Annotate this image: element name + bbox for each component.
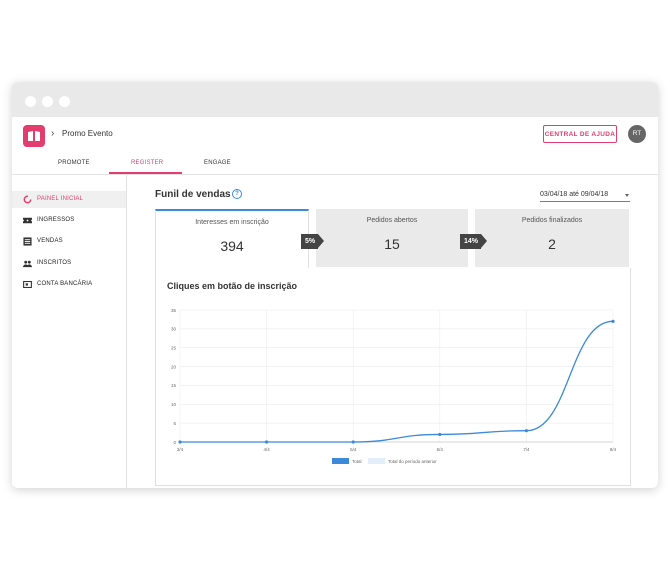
avatar[interactable]: RT: [628, 125, 646, 143]
tab-promote[interactable]: PROMOTE: [58, 160, 90, 166]
y-tick-label: 35: [171, 308, 177, 313]
tab-register[interactable]: REGISTER: [131, 160, 163, 166]
series-line-total: [180, 320, 614, 443]
sidebar-item-conta-bancaria[interactable]: CONTA BANCÁRIA: [12, 276, 126, 293]
sidebar-item-ingressos[interactable]: INGRESSOS: [12, 212, 126, 229]
main-content: Funil de vendas ? 03/04/18 até 09/04/18 …: [127, 175, 658, 488]
line-chart: 0 5 10 15 20 25 30 35 3/4 4/4 5/4 6/4 7/4 8/4 Total Tot…: [171, 308, 617, 464]
data-point: [438, 432, 442, 437]
help-center-button[interactable]: CENTRAL DE AJUDA: [543, 125, 617, 143]
data-point: [178, 440, 182, 444]
ticket-icon: [23, 217, 32, 224]
data-point: [524, 429, 528, 433]
conversion-badge: 14%: [460, 234, 487, 249]
window-dot-icon: [25, 96, 36, 107]
sidebar-item-painel-inicial[interactable]: PAINEL INICIAL: [12, 191, 126, 208]
help-icon[interactable]: ?: [232, 189, 242, 199]
x-tick-label: 6/4: [437, 447, 444, 452]
card-label: Pedidos finalizados: [521, 217, 583, 224]
sidebar-item-vendas[interactable]: VENDAS: [12, 233, 126, 250]
app-header: › Promo Evento CENTRAL DE AJUDA RT PROMO…: [12, 117, 658, 175]
sidebar-item-label: INGRESSOS: [37, 217, 75, 223]
y-tick-label: 20: [171, 364, 177, 369]
y-tick-label: 30: [171, 327, 177, 332]
chevron-right-icon: ›: [51, 128, 55, 139]
y-tick-label: 25: [171, 346, 177, 351]
card-value: 394: [220, 238, 244, 254]
dashboard-icon: [23, 195, 32, 204]
data-point: [265, 440, 269, 444]
legend-label: Total do período anterior: [388, 459, 437, 464]
x-tick-label: 4/4: [263, 447, 270, 452]
app-logo-icon[interactable]: [23, 125, 45, 147]
tab-engage[interactable]: ENGAGE: [204, 160, 231, 166]
card-label: Pedidos abertos: [366, 217, 418, 224]
conversion-badge: 5%: [301, 234, 324, 249]
sidebar-item-label: CONTA BANCÁRIA: [37, 281, 93, 287]
browser-window: › Promo Evento CENTRAL DE AJUDA RT PROMO…: [12, 82, 658, 488]
legend-swatch: [368, 458, 385, 464]
x-tick-label: 7/4: [523, 447, 530, 452]
data-point: [611, 319, 615, 323]
window-titlebar: [12, 82, 658, 117]
card-value: 2: [548, 236, 556, 252]
x-tick-label: 3/4: [177, 447, 184, 452]
page-title: Funil de vendas: [155, 189, 231, 200]
sidebar-item-label: INSCRITOS: [37, 260, 72, 266]
data-point: [351, 440, 355, 444]
date-range-select[interactable]: 03/04/18 até 09/04/18: [540, 191, 630, 202]
bank-icon: [23, 280, 32, 289]
y-tick-label: 10: [171, 402, 177, 407]
x-tick-label: 5/4: [350, 447, 357, 452]
y-tick-label: 15: [171, 383, 177, 388]
active-tab-indicator: [109, 172, 182, 174]
funnel-card-interests[interactable]: Interesses em inscrição 394: [155, 209, 309, 269]
sidebar-item-label: VENDAS: [37, 238, 63, 244]
card-label: Interesses em inscrição: [195, 219, 269, 226]
x-tick-label: 8/4: [610, 447, 617, 452]
funnel-card-open-orders[interactable]: Pedidos abertos 15: [316, 209, 468, 267]
sidebar-item-label: PAINEL INICIAL: [37, 196, 84, 202]
caret-down-icon: [625, 194, 629, 197]
legend-label: Total: [352, 459, 362, 464]
people-icon: [23, 260, 32, 268]
sidebar: PAINEL INICIAL INGRESSOS VENDAS INSCRITO…: [12, 175, 127, 488]
legend-swatch: [332, 458, 349, 464]
event-name[interactable]: Promo Evento: [62, 129, 113, 138]
card-value: 15: [384, 236, 400, 252]
list-icon: [23, 237, 32, 246]
sidebar-item-inscritos[interactable]: INSCRITOS: [12, 255, 126, 272]
window-dot-icon: [42, 96, 53, 107]
window-dot-icon: [59, 96, 70, 107]
funnel-card-completed-orders[interactable]: Pedidos finalizados 2: [475, 209, 629, 267]
y-tick-label: 0: [173, 440, 176, 445]
clicks-chart: Cliques em botão de inscrição 0 5 10 15 20 25…: [155, 268, 631, 486]
y-tick-label: 5: [173, 421, 176, 426]
date-range-value: 03/04/18 até 09/04/18: [540, 191, 609, 198]
